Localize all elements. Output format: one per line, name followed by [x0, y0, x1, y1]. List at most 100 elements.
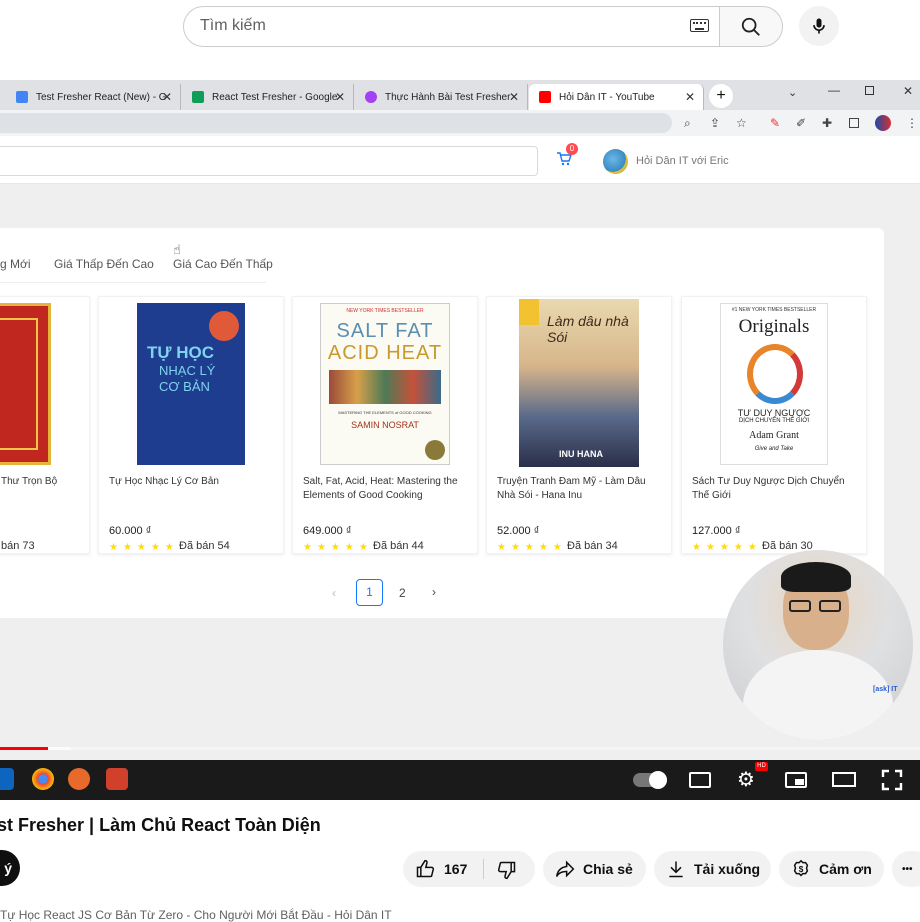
product-title: Thư Trọn Bộ [1, 476, 58, 487]
product-price: 649.000 ₫ [303, 525, 352, 537]
restore-icon[interactable] [865, 86, 874, 95]
user-name[interactable]: Hỏi Dân IT với Eric [636, 155, 729, 167]
edit-extension-icon[interactable]: ✐ [796, 116, 806, 130]
new-tab-button[interactable]: + [709, 84, 733, 108]
browser-tab[interactable]: React Test Fresher - Google ✕ [182, 84, 354, 110]
like-count[interactable]: 167 [444, 861, 467, 877]
tab-title: React Test Fresher - Google [212, 91, 338, 103]
pen-extension-icon[interactable]: ✎ [770, 116, 780, 130]
thanks-label: Cảm ơn [819, 861, 872, 877]
download-icon [669, 861, 683, 878]
browser-tab[interactable]: Test Fresher React (New) - G ✕ [6, 84, 181, 110]
share-button[interactable]: Chia sẻ [543, 851, 646, 887]
book-cover: TỰ HỌC NHẠC LÝ CƠ BẢN [137, 303, 245, 465]
close-icon[interactable]: ✕ [335, 90, 345, 104]
cart-badge: 0 [566, 143, 578, 155]
close-icon[interactable]: ✕ [685, 90, 695, 104]
thumbs-down-icon[interactable] [497, 860, 517, 880]
tab-title: Thực Hành Bài Test Fresher [385, 91, 511, 103]
rating-stars: ★★★★★ [497, 542, 567, 553]
super-thanks-icon: $ [793, 859, 809, 877]
download-label: Tải xuống [694, 861, 761, 877]
player-controls: ⚙ HD [0, 760, 920, 800]
book-cover: NEW YORK TIMES BESTSELLER SALT FAT ACID … [320, 303, 450, 465]
url-field[interactable] [0, 113, 672, 133]
video-progress-track[interactable] [0, 747, 920, 750]
window-close-icon[interactable]: ✕ [903, 84, 913, 98]
sidebar-icon[interactable] [849, 118, 859, 128]
subtitles-icon[interactable] [689, 772, 711, 788]
product-sold: Đã bán 54 [179, 540, 230, 552]
theater-mode-icon[interactable] [832, 772, 856, 787]
pagination-prev-button[interactable]: ‹ [332, 586, 336, 600]
browser-address-bar: ⌕ ⇪ ☆ ✎ ✐ ✚ ⋮ [0, 110, 920, 136]
product-sold: Đã bán 34 [567, 540, 618, 552]
autoplay-toggle[interactable] [633, 771, 667, 789]
site-search-input[interactable] [0, 146, 538, 176]
close-icon[interactable]: ✕ [162, 90, 172, 104]
share-icon [555, 860, 575, 878]
sort-tab-newest[interactable]: g Mới [0, 257, 31, 271]
miniplayer-icon[interactable] [785, 772, 807, 788]
thanks-button[interactable]: $ Cảm ơn [779, 851, 884, 887]
download-button[interactable]: Tải xuống [654, 851, 771, 887]
svg-text:$: $ [799, 865, 804, 874]
product-card[interactable]: TỰ HỌC NHẠC LÝ CƠ BẢN Tự Học Nhạc Lý Cơ … [98, 296, 284, 554]
product-title: Sách Tư Duy Ngược Dịch Chuyển Thế Giới [692, 476, 845, 501]
product-card[interactable]: Làm dâu nhà Sói INU HANA Truyện Tranh Đa… [486, 296, 672, 554]
video-player[interactable]: Test Fresher React (New) - G ✕ React Tes… [0, 80, 920, 800]
rating-stars: ★★★★★ [303, 542, 373, 553]
youtube-search-button[interactable] [719, 6, 783, 47]
sort-tab-price-desc[interactable]: Giá Cao Đến Thấp [173, 257, 273, 271]
share-label: Chia sẻ [583, 861, 633, 877]
product-card[interactable]: #1 NEW YORK TIMES BESTSELLER Originals T… [681, 296, 867, 554]
youtube-icon [539, 91, 551, 103]
publisher-badge [519, 299, 539, 325]
browser-tab[interactable]: Thực Hành Bài Test Fresher ✕ [355, 84, 528, 110]
zoom-icon[interactable]: ⌕ [684, 116, 691, 131]
search-icon [741, 17, 760, 36]
settings-gear-icon[interactable]: ⚙ [737, 767, 755, 792]
app-icon [365, 91, 377, 103]
tab-search-icon[interactable]: ⌄ [788, 86, 797, 99]
hd-badge: HD [755, 762, 768, 771]
channel-watermark: [ask] IT [873, 686, 898, 693]
sort-tab-price-asc[interactable]: Giá Thấp Đến Cao [54, 257, 154, 271]
browser-tab-active[interactable]: Hỏi Dân IT - YouTube ✕ [529, 84, 704, 110]
product-title: Tự Học Nhạc Lý Cơ Bản [109, 476, 219, 487]
sheets-icon [192, 91, 204, 103]
product-price: 127.000 ₫ [692, 525, 741, 537]
product-card[interactable]: NEW YORK TIMES BESTSELLER SALT FAT ACID … [292, 296, 478, 554]
subscribe-button[interactable]: ý [0, 850, 20, 886]
fullscreen-icon[interactable] [881, 769, 903, 791]
close-icon[interactable]: ✕ [509, 90, 519, 104]
profile-avatar[interactable] [875, 115, 891, 131]
tab-title: Hỏi Dân IT - YouTube [559, 91, 655, 103]
thumbs-up-icon[interactable] [415, 859, 435, 879]
pagination-page-1[interactable]: 1 [356, 579, 383, 606]
chrome-icon [32, 768, 54, 790]
voice-search-button[interactable] [799, 6, 839, 46]
menu-dots-icon[interactable]: ⋮ [906, 116, 918, 130]
rating-stars: ★★★★★ [692, 542, 762, 553]
minimize-icon[interactable]: — [828, 83, 840, 97]
camtasia-icon [106, 768, 128, 790]
product-price: 60.000 ₫ [109, 525, 152, 537]
more-actions-button[interactable]: ••• [892, 851, 920, 887]
bookmark-star-icon[interactable]: ☆ [736, 116, 747, 130]
pagination-page-2[interactable]: 2 [399, 586, 406, 600]
product-sold: bán 73 [1, 540, 35, 552]
product-card[interactable]: Thư Trọn Bộ bán 73 [0, 296, 90, 554]
share-icon[interactable]: ⇪ [710, 116, 720, 130]
video-progress-played [0, 747, 48, 750]
pagination-next-button[interactable]: › [432, 585, 436, 599]
like-divider [483, 859, 484, 879]
book-cover: #1 NEW YORK TIMES BESTSELLER Originals T… [720, 303, 828, 465]
avatar[interactable] [603, 149, 628, 174]
video-title: st Fresher | Làm Chủ React Toàn Diện [0, 815, 321, 835]
youtube-search-placeholder: Tìm kiếm [200, 17, 266, 34]
keyboard-icon[interactable] [690, 19, 709, 32]
extensions-puzzle-icon[interactable]: ✚ [822, 116, 832, 130]
webcam-overlay: [ask] IT [723, 550, 913, 740]
browser-tab-bar: Test Fresher React (New) - G ✕ React Tes… [0, 80, 920, 110]
